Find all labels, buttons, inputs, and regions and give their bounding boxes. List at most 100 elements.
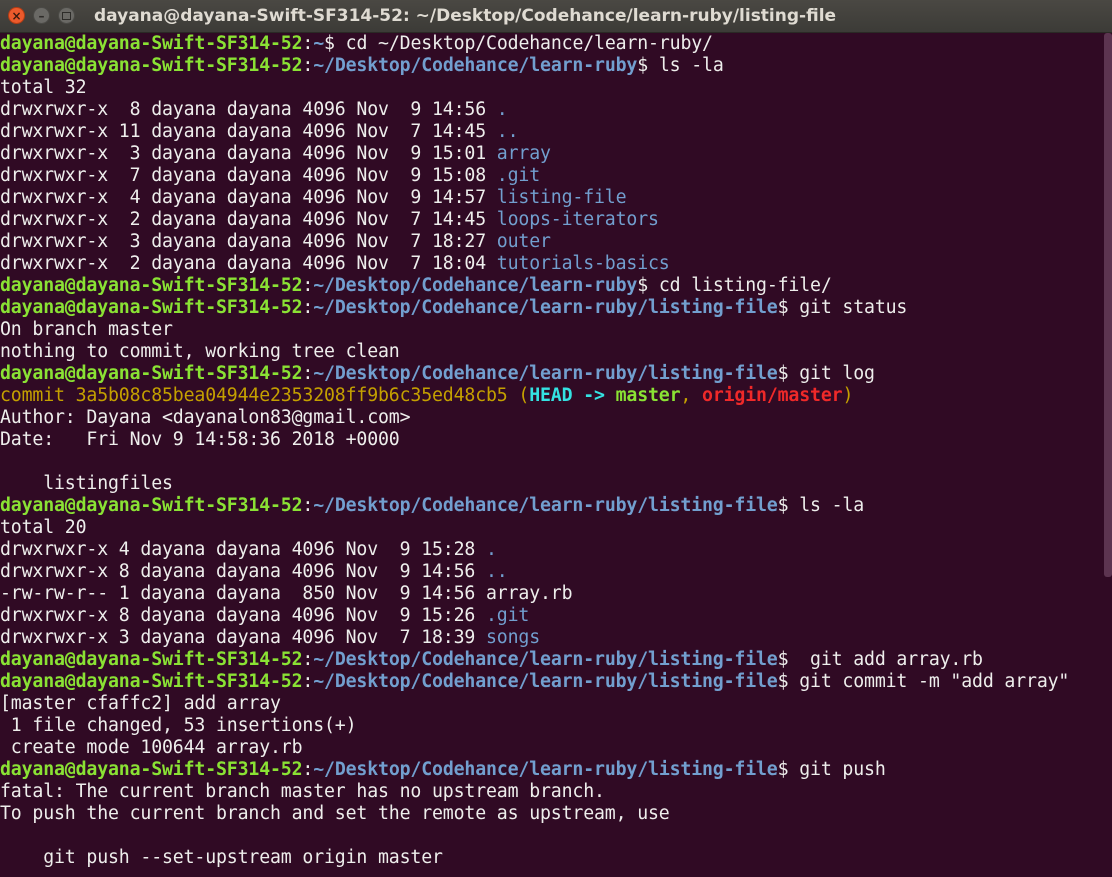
output-line: fatal: The current branch master has no …	[0, 781, 605, 802]
prompt-path: ~	[313, 33, 325, 54]
maximize-icon[interactable]	[58, 7, 75, 24]
listing-entry: drwxrwxr-x 8 dayana dayana 4096 Nov 9 14…	[0, 99, 1104, 121]
output-line: listingfiles	[0, 473, 173, 494]
terminal-window: × – dayana@dayana-Swift-SF314-52: ~/Desk…	[0, 0, 1112, 877]
listing-entry: drwxrwxr-x 3 dayana dayana 4096 Nov 7 18…	[0, 231, 1104, 253]
prompt-path: ~/Desktop/Codehance/learn-ruby	[313, 275, 638, 296]
entry-dir-name: ..	[486, 561, 508, 582]
listing-entry: drwxrwxr-x 2 dayana dayana 4096 Nov 7 18…	[0, 253, 1104, 275]
output-line: Date: Fri Nov 9 14:58:36 2018 +0000	[0, 429, 400, 450]
listing-entry: drwxrwxr-x 8 dayana dayana 4096 Nov 9 14…	[0, 561, 1104, 583]
output-line: 1 file changed, 53 insertions(+)	[0, 715, 357, 736]
prompt-line: dayana@dayana-Swift-SF314-52:~/Desktop/C…	[0, 55, 1104, 77]
entry-meta: drwxrwxr-x 2 dayana dayana 4096 Nov 7 14…	[0, 209, 497, 230]
prompt-separator: :	[302, 275, 314, 296]
entry-meta: drwxrwxr-x 4 dayana dayana 4096 Nov 9 14…	[0, 187, 497, 208]
command-text: cd ~/Desktop/Codehance/learn-ruby/	[334, 33, 713, 54]
command-text: ls -la	[788, 495, 865, 516]
command-text: git add array.rb	[788, 649, 983, 670]
prompt-user: dayana@dayana-Swift-SF314-52	[0, 759, 303, 780]
command-text: git push	[788, 759, 886, 780]
prompt-separator: :	[302, 649, 314, 670]
entry-dir-name: .git	[486, 605, 530, 626]
prompt-user: dayana@dayana-Swift-SF314-52	[0, 495, 303, 516]
commit-hash: commit 3a5b08c85bea04944e2353208ff9b6c35…	[0, 385, 530, 406]
terminal-output[interactable]: dayana@dayana-Swift-SF314-52:~$ cd ~/Des…	[0, 33, 1104, 877]
output-line: [master cfaffc2] add array	[0, 693, 281, 714]
prompt-user: dayana@dayana-Swift-SF314-52	[0, 33, 303, 54]
prompt-line: dayana@dayana-Swift-SF314-52:~/Desktop/C…	[0, 649, 1104, 671]
branch-origin: origin/master	[702, 385, 843, 406]
prompt-user: dayana@dayana-Swift-SF314-52	[0, 363, 303, 384]
listing-entry: drwxrwxr-x 2 dayana dayana 4096 Nov 7 14…	[0, 209, 1104, 231]
output-line: Author: Dayana <dayanalon83@gmail.com>	[0, 407, 411, 428]
command-text: ls -la	[648, 55, 724, 76]
prompt-path: ~/Desktop/Codehance/learn-ruby/listing-f…	[313, 759, 778, 780]
prompt-dollar: $	[777, 671, 789, 692]
command-text: git status	[788, 297, 908, 318]
prompt-user: dayana@dayana-Swift-SF314-52	[0, 275, 303, 296]
prompt-user: dayana@dayana-Swift-SF314-52	[0, 671, 303, 692]
prompt-path: ~/Desktop/Codehance/learn-ruby/listing-f…	[313, 649, 778, 670]
prompt-line: dayana@dayana-Swift-SF314-52:~$ cd ~/Des…	[0, 33, 1104, 55]
prompt-user: dayana@dayana-Swift-SF314-52	[0, 649, 303, 670]
prompt-separator: :	[302, 495, 314, 516]
output-line: git push --set-upstream origin master	[0, 847, 443, 868]
entry-meta: drwxrwxr-x 3 dayana dayana 4096 Nov 7 18…	[0, 231, 497, 252]
entry-meta: drwxrwxr-x 8 dayana dayana 4096 Nov 9 14…	[0, 99, 497, 120]
output-line: -rw-rw-r-- 1 dayana dayana 850 Nov 9 14:…	[0, 583, 573, 604]
entry-meta: drwxrwxr-x 8 dayana dayana 4096 Nov 9 15…	[0, 605, 486, 626]
ref-separator: ,	[680, 385, 703, 406]
entry-meta: drwxrwxr-x 4 dayana dayana 4096 Nov 9 15…	[0, 539, 486, 560]
prompt-line: dayana@dayana-Swift-SF314-52:~/Desktop/C…	[0, 363, 1104, 385]
output-line: total 32	[0, 77, 87, 98]
output-line: total 20	[0, 517, 87, 538]
commit-line: commit 3a5b08c85bea04944e2353208ff9b6c35…	[0, 385, 1104, 407]
minimize-icon[interactable]: –	[33, 7, 50, 24]
entry-dir-name: ..	[496, 121, 519, 142]
branch-master: master	[615, 385, 681, 406]
output-line: To push the current branch and set the r…	[0, 803, 670, 824]
prompt-line: dayana@dayana-Swift-SF314-52:~/Desktop/C…	[0, 297, 1104, 319]
entry-meta: drwxrwxr-x 11 dayana dayana 4096 Nov 7 1…	[0, 121, 497, 142]
entry-dir-name: listing-file	[496, 187, 627, 208]
prompt-dollar: $	[637, 55, 649, 76]
entry-dir-name: .	[486, 539, 497, 560]
head-ref: HEAD ->	[529, 385, 616, 406]
entry-dir-name: outer	[496, 231, 551, 252]
prompt-line: dayana@dayana-Swift-SF314-52:~/Desktop/C…	[0, 759, 1104, 781]
prompt-dollar: $	[637, 275, 649, 296]
entry-dir-name: tutorials-basics	[496, 253, 670, 274]
listing-entry: drwxrwxr-x 4 dayana dayana 4096 Nov 9 15…	[0, 539, 1104, 561]
entry-meta: drwxrwxr-x 8 dayana dayana 4096 Nov 9 14…	[0, 561, 486, 582]
prompt-line: dayana@dayana-Swift-SF314-52:~/Desktop/C…	[0, 275, 1104, 297]
entry-dir-name: array	[496, 143, 551, 164]
title-bar[interactable]: × – dayana@dayana-Swift-SF314-52: ~/Desk…	[0, 0, 1112, 33]
output-line: On branch master	[0, 319, 173, 340]
close-icon[interactable]: ×	[8, 7, 25, 24]
command-text: git commit -m "add array"	[788, 671, 1070, 692]
listing-entry: drwxrwxr-x 3 dayana dayana 4096 Nov 9 15…	[0, 143, 1104, 165]
prompt-separator: :	[302, 671, 314, 692]
entry-dir-name: loops-iterators	[496, 209, 659, 230]
prompt-line: dayana@dayana-Swift-SF314-52:~/Desktop/C…	[0, 495, 1104, 517]
prompt-line: dayana@dayana-Swift-SF314-52:~/Desktop/C…	[0, 671, 1104, 693]
ref-close: )	[842, 385, 854, 406]
scrollbar[interactable]	[1104, 33, 1112, 577]
prompt-separator: :	[302, 363, 314, 384]
prompt-dollar: $	[777, 297, 789, 318]
prompt-path: ~/Desktop/Codehance/learn-ruby/listing-f…	[313, 363, 778, 384]
command-text: cd listing-file/	[648, 275, 832, 296]
entry-meta: drwxrwxr-x 3 dayana dayana 4096 Nov 7 18…	[0, 627, 486, 648]
listing-entry: drwxrwxr-x 8 dayana dayana 4096 Nov 9 15…	[0, 605, 1104, 627]
listing-entry: drwxrwxr-x 3 dayana dayana 4096 Nov 7 18…	[0, 627, 1104, 649]
output-line: nothing to commit, working tree clean	[0, 341, 400, 362]
prompt-separator: :	[302, 55, 314, 76]
prompt-path: ~/Desktop/Codehance/learn-ruby/listing-f…	[313, 297, 778, 318]
entry-meta: drwxrwxr-x 7 dayana dayana 4096 Nov 9 15…	[0, 165, 497, 186]
prompt-path: ~/Desktop/Codehance/learn-ruby/listing-f…	[313, 671, 778, 692]
command-text: git log	[788, 363, 875, 384]
prompt-user: dayana@dayana-Swift-SF314-52	[0, 55, 303, 76]
listing-entry: drwxrwxr-x 11 dayana dayana 4096 Nov 7 1…	[0, 121, 1104, 143]
